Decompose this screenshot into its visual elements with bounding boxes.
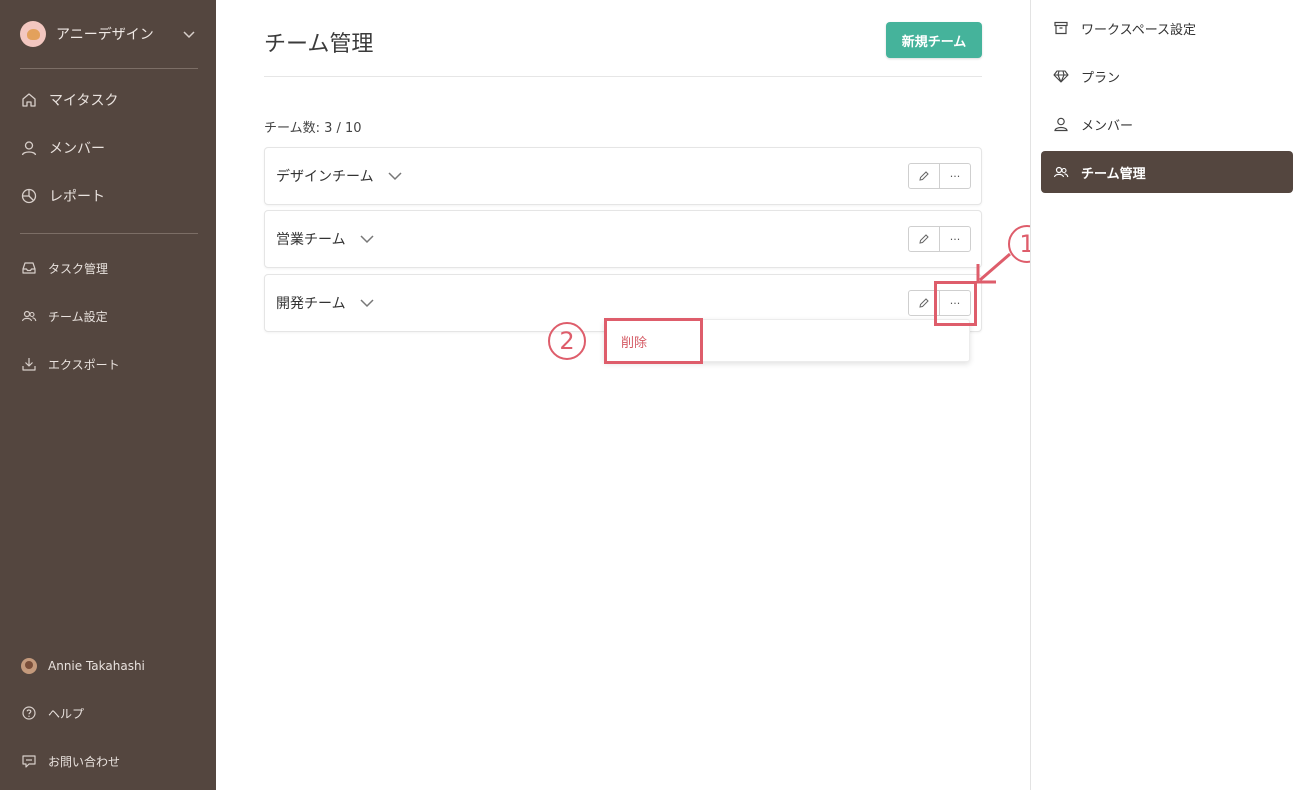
sidebar-item-label: Annie Takahashi (48, 659, 145, 673)
sidebar-item-label: メンバー (49, 141, 105, 157)
team-name: 営業チーム (276, 232, 346, 248)
sidebar-item-contact[interactable]: お問い合わせ (20, 745, 198, 777)
settings-item-label: チーム管理 (1081, 166, 1146, 182)
more-options-menu: 削除 (604, 319, 970, 362)
sidebar-item-label: タスク管理 (48, 261, 109, 276)
sidebar-item-label: マイタスク (49, 93, 119, 109)
users-icon (1052, 163, 1070, 181)
workspace-logo (20, 21, 46, 47)
main-content: チーム管理 新規チーム チーム数: 3 / 10 デザインチーム ··· 営業チ… (216, 0, 1046, 790)
team-name: デザインチーム (276, 169, 374, 185)
avatar-wrap (20, 657, 38, 675)
settings-item-plan[interactable]: プラン (1041, 55, 1293, 97)
left-sidebar: アニーデザイン マイタスク メンバー レポート タスク管理 チーム設定 エクスポ… (0, 0, 216, 790)
chevron-down-icon[interactable] (385, 166, 405, 186)
chevron-down-icon (180, 25, 198, 43)
team-actions: ··· (908, 226, 971, 252)
sidebar-item-label: お問い合わせ (48, 754, 121, 769)
workspace-switcher[interactable]: アニーデザイン (20, 20, 198, 48)
users-icon (20, 307, 38, 325)
more-options-button[interactable]: ··· (940, 164, 970, 188)
settings-item-label: ワークスペース設定 (1081, 22, 1197, 38)
pencil-icon (919, 171, 929, 181)
more-options-button[interactable]: ··· (940, 291, 970, 315)
sidebar-item-task-management[interactable]: タスク管理 (20, 252, 198, 284)
sidebar-item-label: ヘルプ (48, 706, 85, 721)
settings-item-members[interactable]: メンバー (1041, 103, 1293, 145)
team-card: デザインチーム ··· (264, 147, 982, 205)
step-number-badge: 2 (548, 322, 586, 360)
sidebar-divider (20, 68, 198, 69)
settings-item-label: メンバー (1081, 118, 1134, 134)
sidebar-item-my-tasks[interactable]: マイタスク (20, 84, 198, 116)
page-title: チーム管理 (264, 32, 374, 57)
chevron-down-icon[interactable] (357, 293, 377, 313)
chevron-down-icon[interactable] (357, 229, 377, 249)
sidebar-item-help[interactable]: ヘルプ (20, 697, 198, 729)
sidebar-item-members[interactable]: メンバー (20, 132, 198, 164)
more-options-button[interactable]: ··· (940, 227, 970, 251)
edit-button[interactable] (909, 164, 940, 188)
pencil-icon (919, 298, 929, 308)
sidebar-item-reports[interactable]: レポート (20, 180, 198, 212)
sidebar-item-label: チーム設定 (48, 309, 108, 324)
team-actions: ··· (908, 163, 971, 189)
diamond-icon (1052, 67, 1070, 85)
inbox-icon (20, 259, 38, 277)
user-icon (20, 139, 38, 157)
sidebar-item-export[interactable]: エクスポート (20, 348, 198, 380)
delete-label: 削除 (621, 336, 648, 351)
title-divider (264, 76, 982, 77)
team-card: 営業チーム ··· (264, 210, 982, 268)
team-name: 開発チーム (276, 296, 346, 312)
download-icon (20, 355, 38, 373)
sidebar-divider (20, 233, 198, 234)
pencil-icon (919, 234, 929, 244)
team-count: チーム数: 3 / 10 (264, 121, 362, 136)
new-team-button[interactable]: 新規チーム (886, 22, 982, 58)
message-square-icon (20, 752, 38, 770)
settings-item-label: プラン (1081, 70, 1121, 86)
avatar (21, 658, 37, 674)
app-window: アニーデザイン マイタスク メンバー レポート タスク管理 チーム設定 エクスポ… (0, 0, 1297, 790)
archive-icon (1052, 19, 1070, 37)
sidebar-item-label: レポート (49, 189, 105, 205)
settings-panel: ワークスペース設定 プラン メンバー チーム管理 (1030, 0, 1297, 790)
sidebar-item-label: エクスポート (48, 357, 120, 372)
edit-button[interactable] (909, 291, 940, 315)
sidebar-item-team-settings[interactable]: チーム設定 (20, 300, 198, 332)
sidebar-item-profile[interactable]: Annie Takahashi (20, 650, 198, 682)
settings-item-workspace[interactable]: ワークスペース設定 (1041, 7, 1293, 49)
user-icon (1052, 115, 1070, 133)
home-icon (20, 91, 38, 109)
team-actions: ··· (908, 290, 971, 316)
help-circle-icon (20, 704, 38, 722)
pie-chart-icon (20, 187, 38, 205)
edit-button[interactable] (909, 227, 940, 251)
delete-menu-item[interactable]: 削除 (605, 320, 971, 361)
settings-item-team-management[interactable]: チーム管理 (1041, 151, 1293, 193)
workspace-name: アニーデザイン (56, 27, 154, 43)
